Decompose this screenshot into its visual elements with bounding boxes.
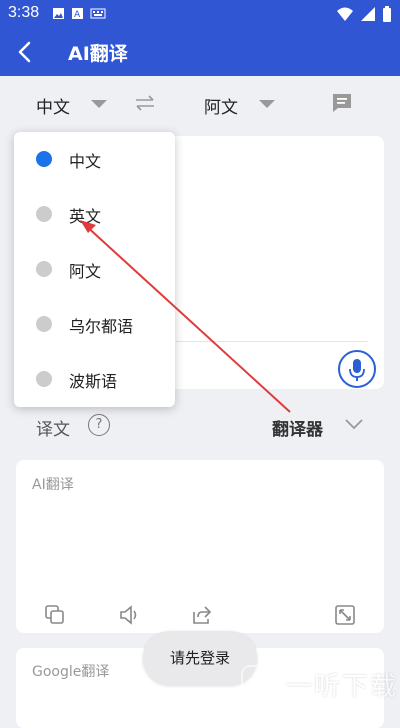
translation-header: 译文 ? 翻译器 xyxy=(0,400,400,450)
help-icon[interactable]: ? xyxy=(88,414,110,436)
battery-icon xyxy=(383,6,391,22)
radio-unselected-icon xyxy=(36,261,52,277)
svg-text:A: A xyxy=(74,10,81,20)
expand-icon[interactable] xyxy=(334,604,356,626)
source-caret-icon[interactable] xyxy=(91,100,107,108)
ai-translation-placeholder: AI翻译 xyxy=(32,477,74,493)
microphone-icon xyxy=(349,359,365,381)
source-language-selector[interactable]: 中文 xyxy=(36,93,70,118)
signal-icon xyxy=(361,7,375,21)
dropdown-option-arabic[interactable]: 阿文 xyxy=(14,242,175,297)
speaker-icon[interactable] xyxy=(118,604,140,626)
option-label: 波斯语 xyxy=(69,372,118,391)
radio-unselected-icon xyxy=(36,206,52,222)
dropdown-option-english[interactable]: 英文 xyxy=(14,187,175,242)
dropdown-option-persian[interactable]: 波斯语 xyxy=(14,352,175,407)
watermark: 一听下载 xyxy=(240,664,398,704)
swap-icon[interactable] xyxy=(134,94,156,112)
ai-translation-card: AI翻译 xyxy=(16,460,384,633)
target-language-selector[interactable]: 阿文 xyxy=(204,93,238,118)
google-translation-placeholder: Google翻译 xyxy=(32,664,110,680)
image-icon xyxy=(53,8,64,19)
engine-selector[interactable]: 翻译器 xyxy=(272,415,323,440)
microphone-button[interactable] xyxy=(338,350,376,388)
dropdown-option-chinese[interactable]: 中文 xyxy=(14,132,175,187)
translation-label: 译文 xyxy=(36,420,70,440)
share-icon[interactable] xyxy=(191,604,213,626)
dropdown-option-urdu[interactable]: 乌尔都语 xyxy=(14,297,175,352)
language-bar: 中文 阿文 xyxy=(0,76,400,130)
radio-unselected-icon xyxy=(36,371,52,387)
option-label: 乌尔都语 xyxy=(69,317,134,336)
chevron-down-icon[interactable] xyxy=(344,418,364,430)
target-caret-icon[interactable] xyxy=(259,100,275,108)
keyboard-icon xyxy=(90,8,106,19)
status-time: 3:38 xyxy=(8,4,40,21)
app-title: AI翻译 xyxy=(68,43,128,65)
wifi-icon xyxy=(337,7,353,21)
copy-icon[interactable] xyxy=(44,604,66,626)
option-label: 阿文 xyxy=(69,262,102,281)
option-label: 英文 xyxy=(69,207,102,226)
back-arrow-icon[interactable] xyxy=(12,38,40,66)
font-icon: A xyxy=(72,8,83,20)
app-bar: AI翻译 xyxy=(0,28,400,76)
watermark-text: 一听下载 xyxy=(286,671,399,702)
radio-selected-icon xyxy=(36,151,52,167)
input-divider xyxy=(176,341,368,342)
status-bar: 3:38 A xyxy=(0,0,400,28)
ear-logo-icon xyxy=(241,665,279,703)
radio-unselected-icon xyxy=(36,316,52,332)
chat-icon[interactable] xyxy=(330,91,354,115)
option-label: 中文 xyxy=(69,152,102,171)
language-dropdown: 中文 英文 阿文 乌尔都语 波斯语 xyxy=(14,132,175,407)
